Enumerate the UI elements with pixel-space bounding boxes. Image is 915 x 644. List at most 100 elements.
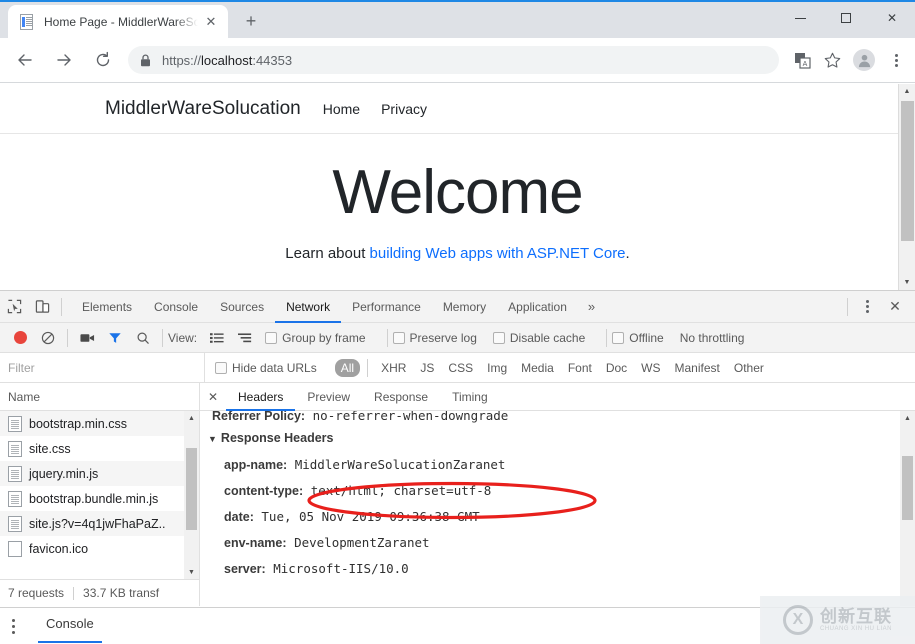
table-row[interactable]: bootstrap.min.css (0, 411, 199, 436)
back-arrow-icon[interactable] (8, 43, 42, 77)
device-toggle-icon[interactable] (28, 293, 56, 321)
divider (73, 586, 75, 600)
scroll-up-icon[interactable]: ▲ (900, 411, 915, 425)
toolbar-actions: A (787, 45, 915, 75)
close-icon[interactable]: ✕ (200, 390, 226, 404)
aspnet-docs-link[interactable]: building Web apps with ASP.NET Core (370, 245, 626, 262)
scroll-down-icon[interactable]: ▼ (184, 565, 199, 579)
star-icon[interactable] (817, 45, 847, 75)
scrollbar-thumb[interactable] (901, 101, 914, 241)
search-icon[interactable] (129, 324, 157, 352)
close-icon[interactable]: ✕ (202, 13, 220, 31)
kebab-menu-icon[interactable] (881, 45, 911, 75)
drawer-tab-console[interactable]: Console (38, 609, 102, 643)
section-title: Response Headers (220, 431, 334, 445)
network-summary: 7 requests 33.7 KB transf (0, 579, 199, 606)
minimize-icon[interactable] (777, 2, 823, 34)
kebab-menu-icon[interactable] (853, 293, 881, 321)
list-view-icon[interactable] (203, 324, 231, 352)
reload-icon[interactable] (86, 43, 120, 77)
tab-performance[interactable]: Performance (341, 291, 432, 323)
filter-type-manifest[interactable]: Manifest (669, 359, 726, 377)
request-list-scrollbar[interactable]: ▲ ▼ (184, 411, 199, 579)
scroll-down-icon[interactable]: ▼ (899, 275, 915, 290)
more-tabs-icon[interactable]: » (578, 299, 605, 314)
checkbox-box (215, 361, 227, 374)
site-brand[interactable]: MiddlerWareSolucation (105, 98, 301, 120)
table-row[interactable]: favicon.ico (0, 536, 199, 561)
table-row[interactable]: bootstrap.bundle.min.js (0, 486, 199, 511)
scrollbar-thumb[interactable] (186, 448, 197, 530)
camera-icon[interactable] (73, 324, 101, 352)
divider (67, 328, 68, 347)
maximize-icon[interactable] (823, 2, 869, 34)
table-row[interactable]: site.css (0, 436, 199, 461)
tab-headers[interactable]: Headers (226, 383, 295, 411)
filter-type-ws[interactable]: WS (635, 359, 666, 377)
tab-preview[interactable]: Preview (295, 383, 362, 411)
filter-type-xhr[interactable]: XHR (375, 359, 412, 377)
close-icon[interactable]: ✕ (881, 293, 909, 321)
kebab-menu-icon[interactable] (0, 618, 26, 634)
disable-cache-checkbox[interactable]: Disable cache (492, 331, 591, 345)
offline-checkbox[interactable]: Offline (612, 331, 669, 345)
filter-type-media[interactable]: Media (515, 359, 560, 377)
hide-data-urls-checkbox[interactable]: Hide data URLs (215, 361, 323, 375)
site-navbar: MiddlerWareSolucation Home Privacy (0, 84, 915, 134)
tab-timing[interactable]: Timing (440, 383, 500, 411)
table-row[interactable]: site.js?v=4q1jwFhaPaZ.. (0, 511, 199, 536)
response-headers-section[interactable]: ▼ Response Headers (208, 425, 915, 452)
lead-prefix: Learn about (285, 245, 370, 263)
filter-type-doc[interactable]: Doc (600, 359, 633, 377)
close-icon[interactable]: ✕ (869, 2, 915, 34)
scroll-up-icon[interactable]: ▲ (899, 84, 915, 99)
tab-console[interactable]: Console (143, 291, 209, 323)
avatar[interactable] (853, 49, 875, 71)
forward-arrow-icon[interactable] (47, 43, 81, 77)
record-icon[interactable] (6, 324, 34, 352)
tab-sources[interactable]: Sources (209, 291, 275, 323)
nav-link-privacy[interactable]: Privacy (381, 101, 427, 117)
scroll-up-icon[interactable]: ▲ (184, 411, 199, 425)
scrollbar-thumb[interactable] (902, 456, 913, 520)
header-key: content-type: (224, 484, 304, 498)
filter-type-font[interactable]: Font (562, 359, 598, 377)
tab-elements[interactable]: Elements (71, 291, 143, 323)
clear-icon[interactable] (34, 324, 62, 352)
translate-icon[interactable]: A (787, 45, 817, 75)
headers-scrollbar[interactable]: ▲ (900, 411, 915, 606)
browser-toolbar: https://localhost:44353 A (0, 38, 915, 83)
filter-icon[interactable] (101, 324, 129, 352)
headers-pane[interactable]: Referrer Policy: no-referrer-when-downgr… (200, 411, 915, 606)
checkbox-box (612, 331, 625, 344)
address-bar[interactable]: https://localhost:44353 (128, 46, 779, 74)
page-scrollbar[interactable]: ▲ ▼ (898, 84, 915, 290)
watermark-chinese: 创新互联 (819, 607, 892, 626)
network-toolbar: View: Group by frame Preserve log Disabl… (0, 323, 915, 353)
tab-network[interactable]: Network (275, 291, 341, 323)
inspect-element-icon[interactable] (0, 293, 28, 321)
throttling-select[interactable]: No throttling (680, 331, 745, 345)
preserve-log-checkbox[interactable]: Preserve log (392, 331, 483, 345)
request-list[interactable]: bootstrap.min.css site.css jquery.min.js… (0, 411, 199, 579)
view-label: View: (168, 330, 198, 345)
filter-type-img[interactable]: Img (481, 359, 513, 377)
filter-type-other[interactable]: Other (728, 359, 770, 377)
nav-link-home[interactable]: Home (323, 101, 360, 117)
tab-application[interactable]: Application (497, 291, 578, 323)
column-header-name[interactable]: Name (0, 383, 199, 411)
waterfall-view-icon[interactable] (231, 324, 259, 352)
new-tab-button[interactable]: + (237, 7, 265, 35)
group-by-frame-checkbox[interactable]: Group by frame (265, 331, 371, 345)
browser-tab[interactable]: Home Page - MiddlerWareSolucation ✕ (8, 5, 228, 38)
table-row[interactable]: jquery.min.js (0, 461, 199, 486)
stylesheet-file-icon (8, 440, 22, 457)
tab-response[interactable]: Response (362, 383, 440, 411)
filter-type-js[interactable]: JS (414, 359, 440, 377)
filter-type-all[interactable]: All (334, 358, 361, 377)
filter-type-css[interactable]: CSS (442, 359, 479, 377)
search-input[interactable]: Filter (0, 353, 205, 382)
page-content: Welcome Learn about building Web apps wi… (0, 134, 915, 262)
divider (367, 358, 369, 377)
tab-memory[interactable]: Memory (432, 291, 497, 323)
